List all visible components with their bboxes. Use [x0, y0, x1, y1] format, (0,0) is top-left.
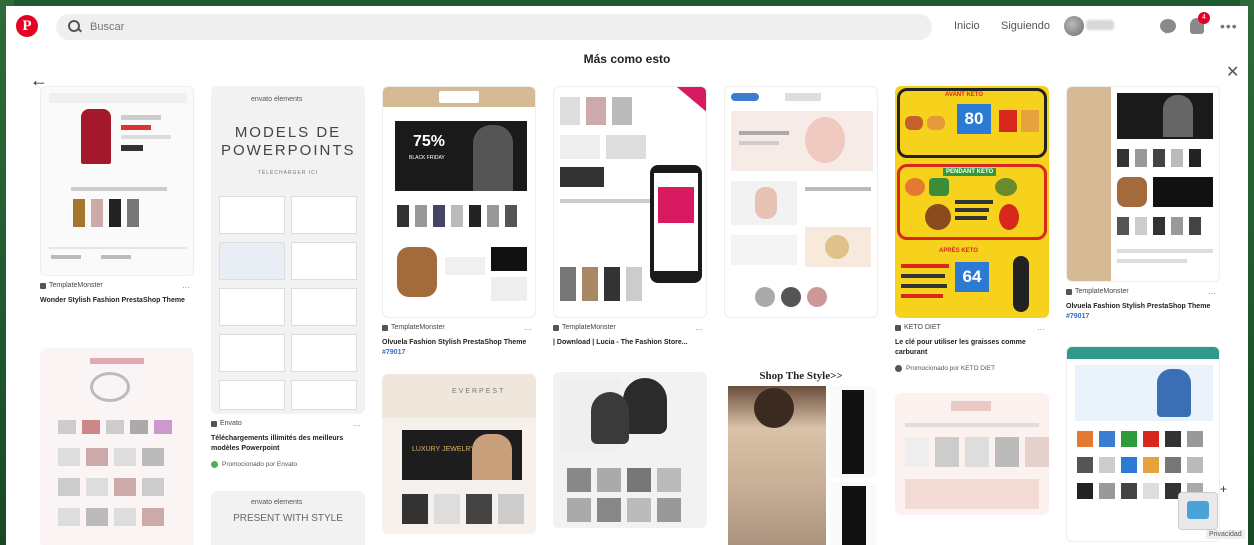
pin-title[interactable]: Olvuela Fashion Stylish PrestaShop Theme… [1066, 302, 1220, 322]
keto-after-label: APRÈS KETO [939, 248, 978, 254]
pin-image-lingerie-site[interactable] [895, 393, 1049, 515]
user-name-blurred[interactable] [1086, 20, 1114, 30]
top-header: P Inicio Siguiendo 4 ••• [6, 6, 1248, 48]
pin-image-portrait-site[interactable] [553, 372, 707, 528]
pin-more-icon[interactable]: ··· [524, 325, 532, 334]
privacy-link[interactable]: Privacidad [1206, 530, 1245, 539]
source-icon [1066, 288, 1072, 295]
pin-source[interactable]: TemplateMonster [1066, 288, 1220, 295]
source-icon [553, 324, 559, 331]
pin-image-shop-the-style[interactable]: Shop The Style>> [724, 368, 878, 545]
pin-more-icon[interactable]: ··· [353, 421, 361, 430]
pin-image-fashion-theme[interactable] [40, 86, 194, 276]
pin-image-jewelry-shop[interactable] [40, 348, 194, 545]
search-input[interactable] [90, 21, 890, 33]
pin-title[interactable]: Olvuela Fashion Stylish PrestaShop Theme… [382, 338, 536, 358]
image-heading: Shop The Style>> [759, 370, 843, 382]
search-bar[interactable] [56, 14, 932, 40]
pin-image-jewelry-site[interactable]: EVERPEST LUXURY JEWELRY [382, 374, 536, 534]
keto-during-label: PENDANT KETO [943, 168, 997, 176]
sale-percent: 75% [413, 133, 446, 150]
pin-source[interactable]: TemplateMonster [382, 324, 536, 331]
more-options-icon[interactable]: ••• [1220, 18, 1238, 34]
pin-more-icon[interactable]: ··· [182, 283, 190, 292]
pin-title[interactable]: Le clé pour utiliser les graisses comme … [895, 338, 1049, 358]
pin-more-icon[interactable]: ··· [1037, 325, 1045, 334]
keto-after-number: 64 [955, 262, 989, 292]
source-icon [382, 324, 388, 331]
pin-title[interactable]: Wonder Stylish Fashion PrestaShop Theme [40, 296, 194, 306]
promoter-icon [211, 461, 218, 468]
pin-more-icon[interactable]: ··· [1208, 289, 1216, 298]
keto-before-label: AVANT KETO [945, 92, 984, 98]
source-icon [895, 324, 901, 331]
page-title: Más como esto [583, 52, 671, 66]
pin-title[interactable]: Téléchargements illimités des meilleurs … [211, 434, 365, 454]
image-subheading: LUXURY JEWELRY [412, 446, 476, 453]
pin-source[interactable]: TemplateMonster [553, 324, 707, 331]
avatar[interactable] [1064, 16, 1084, 36]
pin-card-4[interactable]: TemplateMonster ··· | Download | Lucia -… [553, 86, 707, 528]
notification-badge: 4 [1198, 12, 1210, 24]
pin-card-5[interactable]: Shop The Style>> [724, 86, 878, 545]
image-heading: MODELS DE POWERPOINTS [221, 124, 356, 159]
pin-card-1[interactable]: TemplateMonster ··· Wonder Stylish Fashi… [40, 86, 194, 306]
pin-card-3[interactable]: 75% BLACK FRIDAY TemplateMonster ··· Olv… [382, 86, 536, 534]
pin-image-powerpoint-models[interactable]: envato elements MODELS DE POWERPOINTS TÉ… [211, 86, 365, 414]
pin-source[interactable]: Envato [211, 420, 365, 427]
source-icon [211, 420, 217, 427]
pin-hashtag[interactable]: #79017 [382, 349, 405, 356]
pin-card-1b[interactable] [40, 348, 194, 545]
chat-icon[interactable] [1160, 19, 1176, 34]
pin-source[interactable]: KETO DIET [895, 324, 1049, 331]
keto-before-number: 80 [957, 104, 991, 134]
pin-image-present-with-style[interactable]: envato elements PRESENT WITH STYLE [211, 491, 365, 545]
app-cart-icon[interactable] [1178, 492, 1218, 530]
image-subheading: TÉLÉCHARGER ICI [257, 170, 319, 176]
pin-image-keto[interactable]: AVANT KETO 80 PENDANT KETO APRÈS KETO 64 [895, 86, 1049, 318]
pin-source[interactable]: TemplateMonster [40, 282, 194, 289]
browser-window: P Inicio Siguiendo 4 ••• Más como esto ←… [6, 6, 1248, 545]
pin-card-6[interactable]: AVANT KETO 80 PENDANT KETO APRÈS KETO 64 [895, 86, 1049, 515]
plus-icon[interactable]: + [1220, 482, 1227, 496]
pinterest-logo-icon[interactable]: P [16, 15, 38, 37]
pin-title[interactable]: | Download | Lucia - The Fashion Store..… [553, 338, 707, 348]
pin-promoted: Promocionado por KETO DIET [895, 364, 1049, 373]
sale-text: BLACK FRIDAY [409, 155, 445, 161]
source-icon [40, 282, 46, 289]
search-icon [68, 20, 82, 34]
promoter-icon [895, 365, 902, 372]
pin-image-black-friday[interactable]: 75% BLACK FRIDAY [382, 86, 536, 318]
envato-brand-text: envato elements [251, 96, 303, 103]
pin-hashtag[interactable]: #79017 [1066, 313, 1089, 320]
pin-card-7[interactable]: TemplateMonster ··· Olvuela Fashion Styl… [1066, 86, 1220, 542]
image-heading: PRESENT WITH STYLE [233, 513, 343, 524]
image-heading: EVERPEST [452, 388, 506, 395]
close-icon[interactable]: ✕ [1226, 62, 1239, 82]
pin-promoted: Promocionado por Envato [211, 460, 365, 469]
pin-card-2[interactable]: envato elements MODELS DE POWERPOINTS TÉ… [211, 86, 365, 545]
envato-brand-text: envato elements [251, 499, 303, 506]
pin-image-beauty-site[interactable] [724, 86, 878, 318]
pin-image-lucia-store[interactable] [553, 86, 707, 318]
pin-image-olvuela-theme[interactable] [1066, 86, 1220, 282]
nav-following-link[interactable]: Siguiendo [1001, 20, 1050, 32]
nav-home-link[interactable]: Inicio [954, 20, 980, 32]
pin-more-icon[interactable]: ··· [695, 325, 703, 334]
